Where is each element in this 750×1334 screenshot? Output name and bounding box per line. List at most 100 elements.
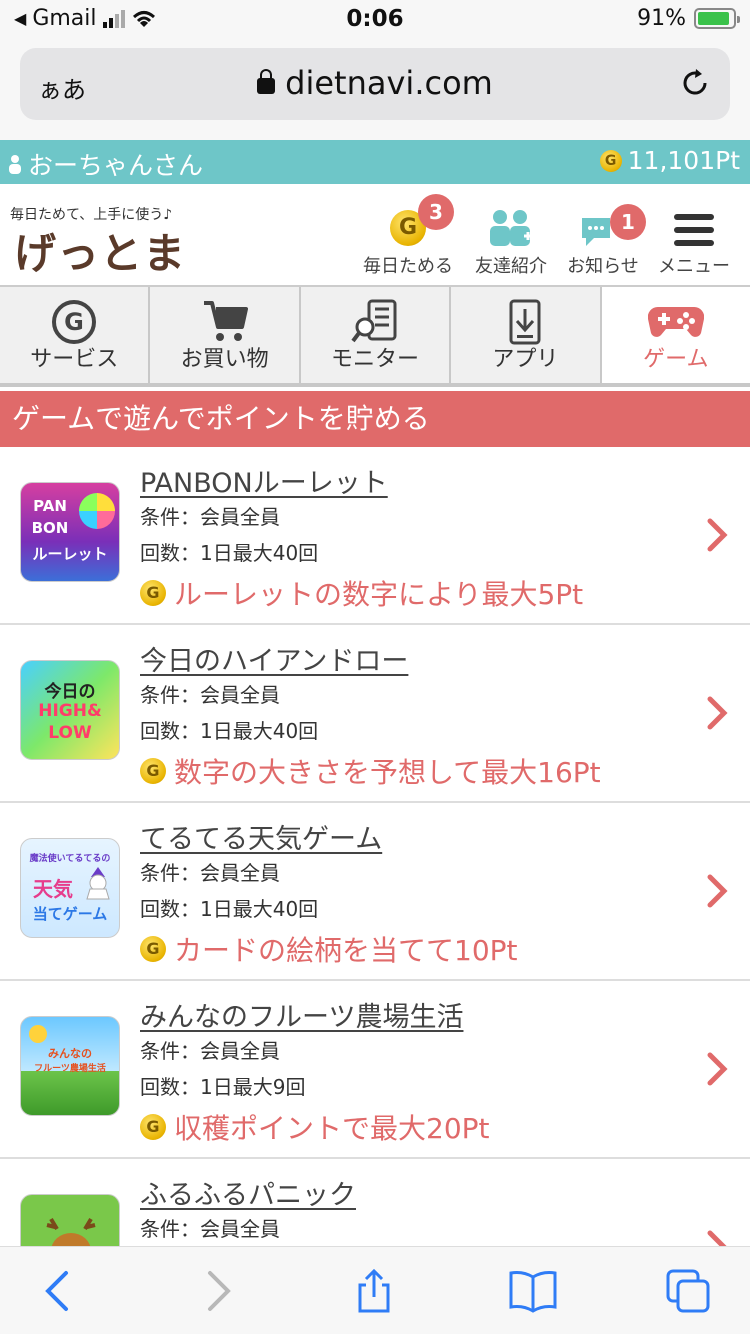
game-thumbnail[interactable]: みんなの フルーツ農場生活 bbox=[20, 1016, 120, 1116]
reload-icon[interactable] bbox=[678, 66, 712, 100]
tab-shopping[interactable]: お買い物 bbox=[150, 287, 301, 383]
thumb-text: ルーレット bbox=[32, 545, 108, 563]
forward-icon[interactable] bbox=[196, 1269, 240, 1313]
game-title-link[interactable]: PANBONルーレット bbox=[140, 461, 680, 499]
chevron-right-icon[interactable] bbox=[706, 517, 728, 553]
thumb-text: 今日の bbox=[44, 682, 96, 702]
battery-icon bbox=[694, 8, 740, 29]
coin-icon: G bbox=[140, 936, 166, 962]
reward-text: カードの絵柄を当てて10Pt bbox=[174, 934, 518, 967]
battery-percent: 91% bbox=[637, 6, 686, 31]
tab-game[interactable]: ゲーム bbox=[601, 287, 750, 383]
user-icon bbox=[9, 155, 21, 174]
nav-notices[interactable]: 1 お知らせ bbox=[560, 194, 646, 278]
game-list: PAN BON ルーレット PANBONルーレット 条件：会員全員 回数：1日最… bbox=[0, 447, 750, 1334]
reward-text: ルーレットの数字により最大5Pt bbox=[174, 578, 584, 611]
url-text: dietnavi.com bbox=[285, 64, 493, 102]
coin-icon: G bbox=[599, 149, 622, 172]
hamburger-menu-icon bbox=[674, 214, 714, 246]
game-reward: G 収穫ポイントで最大20Pt bbox=[140, 1107, 680, 1147]
game-limit: 回数：1日最大40回 bbox=[140, 541, 319, 565]
section-heading: ゲームで遊んでポイントを貯める bbox=[0, 391, 750, 447]
chevron-right-icon[interactable] bbox=[706, 695, 728, 731]
status-bar: ◀ Gmail 0:06 91% bbox=[0, 0, 750, 40]
user-name-area[interactable]: おーちゃんさん bbox=[8, 146, 203, 182]
browser-toolbar bbox=[0, 1246, 750, 1334]
game-condition: 条件：会員全員 bbox=[140, 505, 280, 529]
game-info: みんなのフルーツ農場生活 条件：会員全員 回数：1日最大9回 G 収穫ポイントで最… bbox=[140, 995, 680, 1147]
friends-icon bbox=[490, 210, 532, 246]
list-item[interactable]: 魔法使いてるてるの 天気 当てゲーム てるてる天気ゲーム 条件：会員全員 回数：… bbox=[0, 803, 750, 981]
game-thumbnail[interactable]: PAN BON ルーレット bbox=[20, 482, 120, 582]
thumb-text: PAN bbox=[33, 497, 67, 515]
nav-label: メニュー bbox=[658, 256, 730, 277]
tabs-icon[interactable] bbox=[666, 1269, 710, 1313]
cart-icon bbox=[203, 301, 248, 341]
game-reward: G カードの絵柄を当てて10Pt bbox=[140, 929, 680, 969]
tab-app[interactable]: アプリ bbox=[451, 287, 602, 383]
thumb-text: みんなの bbox=[48, 1047, 92, 1060]
app-download-icon bbox=[509, 299, 541, 345]
game-title-link[interactable]: てるてる天気ゲーム bbox=[140, 817, 680, 855]
game-info: PANBONルーレット 条件：会員全員 回数：1日最大40回 G ルーレットの数字… bbox=[140, 461, 680, 613]
nav-menu[interactable]: メニュー bbox=[652, 194, 736, 278]
tab-label: アプリ bbox=[492, 347, 559, 372]
nav-label: 友達紹介 bbox=[475, 256, 547, 277]
tab-label: お買い物 bbox=[180, 347, 269, 372]
thumb-text: LOW bbox=[48, 723, 92, 743]
game-info: 今日のハイアンドロー 条件：会員全員 回数：1日最大40回 G 数字の大きさを予想… bbox=[140, 639, 680, 791]
points-value: 11,101Pt bbox=[627, 146, 740, 175]
game-thumbnail[interactable]: 今日の HIGH& LOW bbox=[20, 660, 120, 760]
nav-daily-earn[interactable]: G 3 毎日ためる bbox=[356, 194, 460, 278]
chevron-right-icon[interactable] bbox=[706, 873, 728, 909]
game-title-link[interactable]: 今日のハイアンドロー bbox=[140, 639, 680, 677]
game-reward: G 数字の大きさを予想して最大16Pt bbox=[140, 751, 680, 791]
site-header: 毎日ためて、上手に使う♪ げっとま G 3 毎日ためる 友達紹介 1 お知らせ … bbox=[0, 184, 750, 284]
list-item[interactable]: みんなの フルーツ農場生活 みんなのフルーツ農場生活 条件：会員全員 回数：1日… bbox=[0, 981, 750, 1159]
back-icon[interactable] bbox=[36, 1269, 80, 1313]
reward-text: 収穫ポイントで最大20Pt bbox=[174, 1112, 490, 1145]
coin-icon: G bbox=[140, 758, 166, 784]
notification-badge: 1 bbox=[610, 204, 646, 240]
thumb-text: HIGH& bbox=[38, 701, 102, 721]
user-name: おーちゃんさん bbox=[28, 151, 204, 180]
game-limit: 回数：1日最大40回 bbox=[140, 897, 319, 921]
thumb-text: 天気 bbox=[33, 877, 73, 901]
nav-friend-invite[interactable]: 友達紹介 bbox=[468, 194, 554, 278]
bookmarks-icon[interactable] bbox=[508, 1269, 558, 1313]
nav-label: 毎日ためる bbox=[363, 256, 453, 277]
game-reward: G ルーレットの数字により最大5Pt bbox=[140, 573, 680, 613]
game-limit: 回数：1日最大9回 bbox=[140, 1075, 306, 1099]
game-title-link[interactable]: ふるふるパニック bbox=[140, 1173, 680, 1211]
sun-icon bbox=[29, 1025, 47, 1043]
game-title-link[interactable]: みんなのフルーツ農場生活 bbox=[140, 995, 680, 1033]
status-right: 91% bbox=[637, 6, 740, 31]
tab-monitor[interactable]: モニター bbox=[300, 287, 452, 383]
points-display[interactable]: G 11,101Pt bbox=[599, 146, 740, 175]
address-bar[interactable]: ぁあ dietnavi.com bbox=[20, 48, 730, 120]
game-limit: 回数：1日最大40回 bbox=[140, 719, 319, 743]
thumb-text: 魔法使いてるてるの bbox=[29, 854, 111, 864]
game-info: ふるふるパニック 条件：会員全員 bbox=[140, 1173, 680, 1247]
gamepad-icon bbox=[647, 306, 704, 337]
game-thumbnail[interactable]: 魔法使いてるてるの 天気 当てゲーム bbox=[20, 838, 120, 938]
site-logo[interactable]: げっとま bbox=[14, 220, 186, 281]
game-condition: 条件：会員全員 bbox=[140, 683, 280, 707]
tab-label: ゲーム bbox=[643, 347, 709, 372]
url-display[interactable]: dietnavi.com bbox=[20, 64, 730, 102]
game-info: てるてる天気ゲーム 条件：会員全員 回数：1日最大40回 G カードの絵柄を当てて… bbox=[140, 817, 680, 969]
list-item[interactable]: 今日の HIGH& LOW 今日のハイアンドロー 条件：会員全員 回数：1日最大… bbox=[0, 625, 750, 803]
roulette-wheel bbox=[79, 493, 115, 529]
notification-badge: 3 bbox=[418, 194, 454, 230]
tab-label: モニター bbox=[331, 347, 420, 372]
nav-label: お知らせ bbox=[567, 256, 639, 277]
list-item[interactable]: PAN BON ルーレット PANBONルーレット 条件：会員全員 回数：1日最… bbox=[0, 447, 750, 625]
svg-text:G: G bbox=[64, 308, 84, 336]
chevron-right-icon[interactable] bbox=[706, 1051, 728, 1087]
tab-service[interactable]: G サービス bbox=[0, 287, 151, 383]
share-icon[interactable] bbox=[352, 1269, 396, 1313]
game-condition: 条件：会員全員 bbox=[140, 861, 280, 885]
g-circle-icon: G bbox=[52, 300, 97, 344]
monitor-survey-icon bbox=[351, 299, 397, 343]
game-condition: 条件：会員全員 bbox=[140, 1039, 280, 1063]
